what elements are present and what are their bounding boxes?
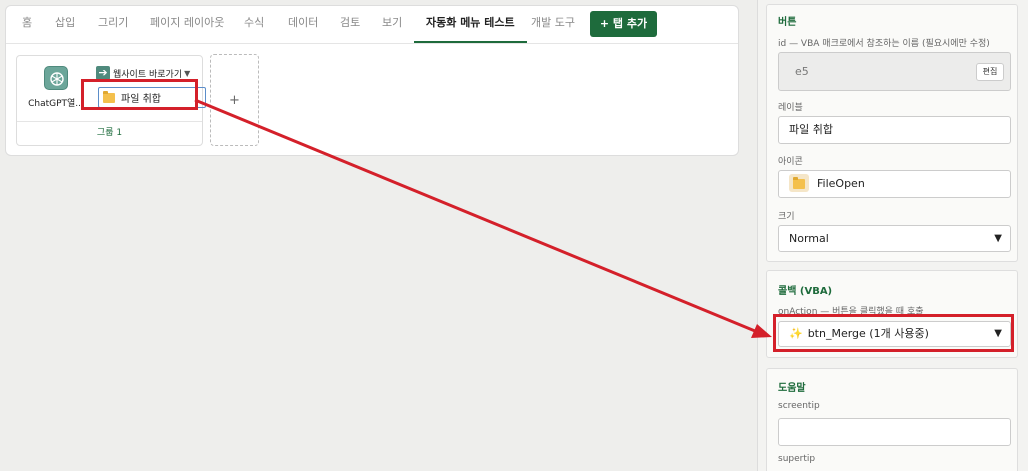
annotation-arrow (194, 98, 772, 338)
